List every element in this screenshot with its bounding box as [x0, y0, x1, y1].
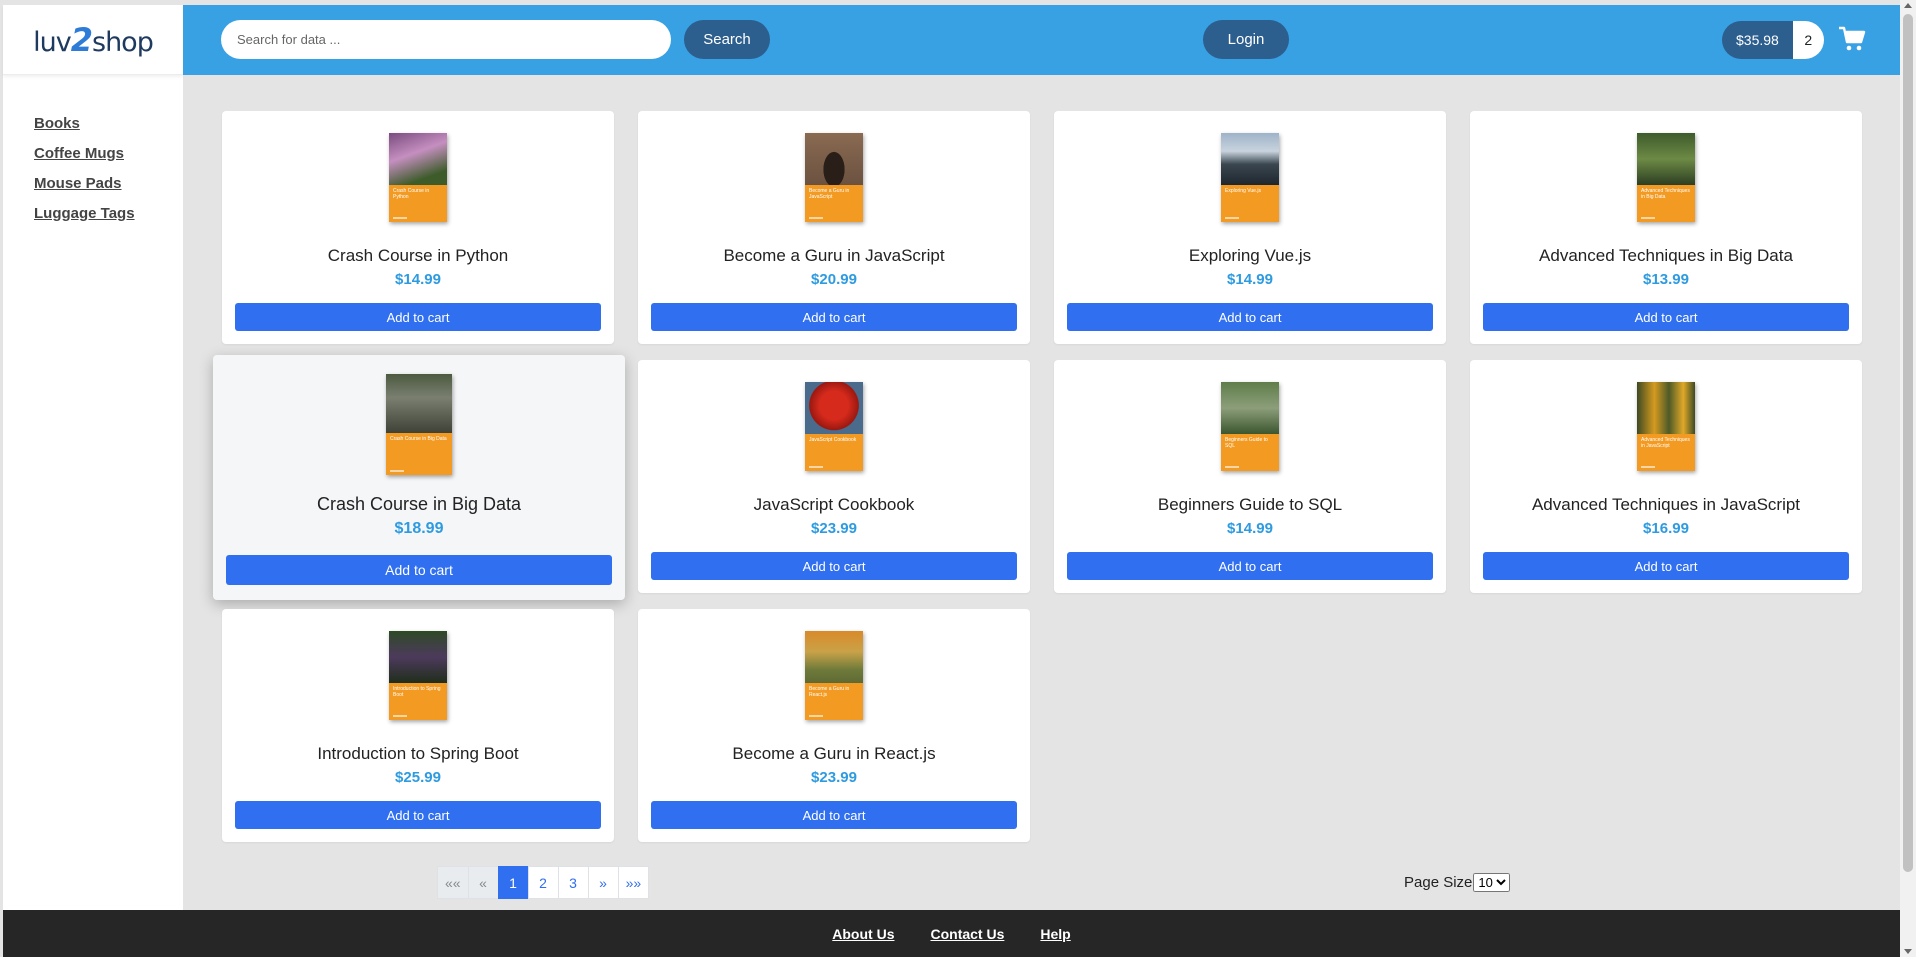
- add-to-cart-button[interactable]: Add to cart: [1067, 552, 1433, 580]
- product-price: $14.99: [1227, 271, 1273, 288]
- product-image[interactable]: Advanced Techniques in Big Data: [1637, 133, 1695, 222]
- page-button-1[interactable]: 1: [497, 866, 529, 899]
- product-image[interactable]: Exploring Vue.js: [1221, 133, 1279, 222]
- add-to-cart-button[interactable]: Add to cart: [226, 555, 612, 585]
- first-page-button[interactable]: ««: [437, 866, 469, 899]
- add-to-cart-button[interactable]: Add to cart: [651, 303, 1017, 331]
- product-image[interactable]: Advanced Techniques in JavaScript: [1637, 382, 1695, 471]
- search-input[interactable]: [221, 20, 671, 59]
- product-name[interactable]: Crash Course in Big Data: [213, 494, 625, 515]
- product-name[interactable]: Advanced Techniques in Big Data: [1470, 246, 1862, 266]
- add-to-cart-button[interactable]: Add to cart: [1067, 303, 1433, 331]
- product-price: $20.99: [811, 271, 857, 288]
- sidebar-item-luggage-tags[interactable]: Luggage Tags: [34, 205, 135, 222]
- product-price: $13.99: [1643, 271, 1689, 288]
- page-size-label: Page Size: [1404, 874, 1473, 891]
- footer-link-about-us[interactable]: About Us: [832, 926, 894, 942]
- product-image[interactable]: JavaScript Cookbook: [805, 382, 863, 471]
- page-scrollbar[interactable]: [1900, 0, 1916, 957]
- add-to-cart-button[interactable]: Add to cart: [651, 801, 1017, 829]
- product-card: Exploring Vue.js Exploring Vue.js $14.99…: [1054, 111, 1446, 344]
- scroll-down-arrow-icon[interactable]: [1904, 949, 1912, 954]
- page-button-2[interactable]: 2: [527, 866, 559, 899]
- product-image[interactable]: Crash Course in Big Data: [386, 374, 452, 475]
- product-name[interactable]: Become a Guru in JavaScript: [638, 246, 1030, 266]
- product-image[interactable]: Become a Guru in React.js: [805, 631, 863, 720]
- pagination: «« « 1 2 3 » »»: [437, 866, 650, 899]
- product-name[interactable]: JavaScript Cookbook: [638, 495, 1030, 515]
- product-name[interactable]: Crash Course in Python: [222, 246, 614, 266]
- add-to-cart-button[interactable]: Add to cart: [651, 552, 1017, 580]
- sidebar-item-books[interactable]: Books: [34, 115, 80, 132]
- product-price: $16.99: [1643, 520, 1689, 537]
- footer-link-contact-us[interactable]: Contact Us: [930, 926, 1004, 942]
- logo-text: luv2shop: [33, 20, 154, 59]
- scroll-up-arrow-icon[interactable]: [1904, 3, 1912, 8]
- product-card: Introduction to Spring Boot Introduction…: [222, 609, 614, 842]
- product-card: Beginners Guide to SQL Beginners Guide t…: [1054, 360, 1446, 593]
- logo[interactable]: luv2shop: [3, 5, 183, 75]
- product-card: Crash Course in Big Data Crash Course in…: [213, 355, 625, 600]
- previous-page-button[interactable]: «: [467, 866, 499, 899]
- product-price: $14.99: [1227, 520, 1273, 537]
- product-card: Become a Guru in JavaScript Become a Gur…: [638, 111, 1030, 344]
- sidebar-item-mouse-pads[interactable]: Mouse Pads: [34, 175, 122, 192]
- product-image[interactable]: Crash Course in Python: [389, 133, 447, 222]
- product-price: $25.99: [395, 769, 441, 786]
- product-card: Advanced Techniques in JavaScript Advanc…: [1470, 360, 1862, 593]
- add-to-cart-button[interactable]: Add to cart: [1483, 552, 1849, 580]
- shopping-cart-icon[interactable]: [1837, 24, 1867, 54]
- product-image[interactable]: Introduction to Spring Boot: [389, 631, 447, 720]
- scrollbar-thumb[interactable]: [1903, 14, 1913, 872]
- product-price: $18.99: [394, 520, 444, 537]
- category-menu: Books Coffee Mugs Mouse Pads Luggage Tag…: [3, 75, 183, 223]
- product-name[interactable]: Become a Guru in React.js: [638, 744, 1030, 764]
- product-name[interactable]: Exploring Vue.js: [1054, 246, 1446, 266]
- product-image[interactable]: Beginners Guide to SQL: [1221, 382, 1279, 471]
- product-card: Become a Guru in React.js Become a Guru …: [638, 609, 1030, 842]
- product-card: Crash Course in Python Crash Course in P…: [222, 111, 614, 344]
- cart-total-price: $35.98: [1722, 21, 1793, 59]
- page-size-select[interactable]: 10: [1473, 873, 1511, 892]
- sidebar-item-coffee-mugs[interactable]: Coffee Mugs: [34, 145, 124, 162]
- product-card: Advanced Techniques in Big Data Advanced…: [1470, 111, 1862, 344]
- login-button[interactable]: Login: [1203, 20, 1289, 59]
- page-button-3[interactable]: 3: [557, 866, 589, 899]
- product-card: JavaScript Cookbook JavaScript Cookbook …: [638, 360, 1030, 593]
- top-header: Search Login $35.98 2: [183, 5, 1900, 75]
- search-button[interactable]: Search: [684, 20, 770, 59]
- page-size-control: Page Size 10: [1404, 873, 1511, 892]
- product-image[interactable]: Become a Guru in JavaScript: [805, 133, 863, 222]
- sidebar: luv2shop Books Coffee Mugs Mouse Pads Lu…: [3, 5, 183, 910]
- cart-quantity: 2: [1792, 21, 1824, 59]
- product-name[interactable]: Introduction to Spring Boot: [222, 744, 614, 764]
- add-to-cart-button[interactable]: Add to cart: [235, 303, 601, 331]
- add-to-cart-button[interactable]: Add to cart: [1483, 303, 1849, 331]
- product-price: $23.99: [811, 769, 857, 786]
- product-price: $14.99: [395, 271, 441, 288]
- cart-status[interactable]: $35.98 2: [1722, 21, 1824, 59]
- footer: About Us Contact Us Help: [3, 910, 1900, 957]
- product-price: $23.99: [811, 520, 857, 537]
- product-name[interactable]: Advanced Techniques in JavaScript: [1470, 495, 1862, 515]
- next-page-button[interactable]: »: [587, 866, 619, 899]
- footer-link-help[interactable]: Help: [1040, 926, 1070, 942]
- add-to-cart-button[interactable]: Add to cart: [235, 801, 601, 829]
- last-page-button[interactable]: »»: [617, 866, 650, 899]
- product-name[interactable]: Beginners Guide to SQL: [1054, 495, 1446, 515]
